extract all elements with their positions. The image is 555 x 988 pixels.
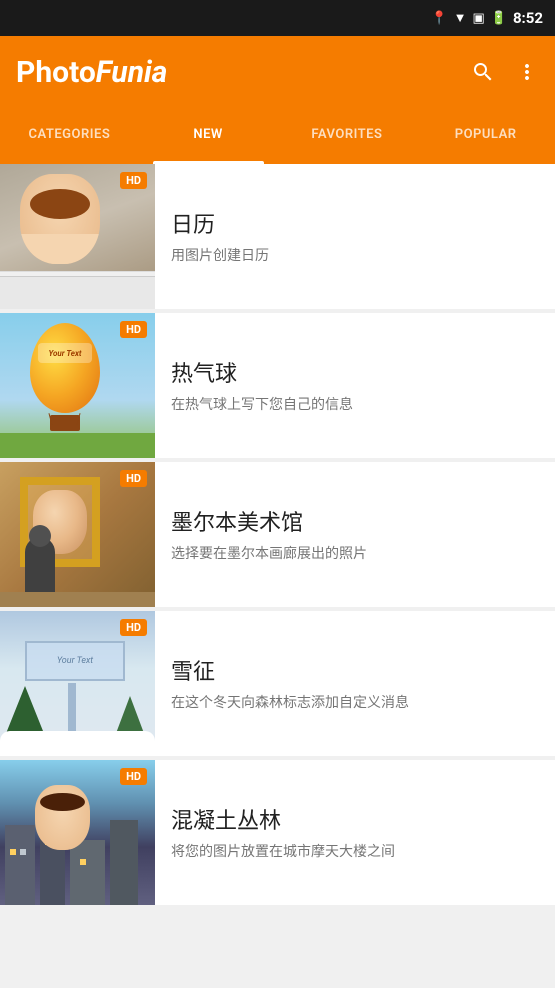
app-bar: Photo Funia <box>0 36 555 108</box>
thumbnail-calendar: HD <box>0 164 155 309</box>
logo-funia-text: Funia <box>96 55 168 90</box>
more-options-button[interactable] <box>515 60 539 84</box>
search-button[interactable] <box>471 60 495 84</box>
tab-categories[interactable]: CATEGORIES <box>0 108 139 164</box>
battery-icon: 🔋 <box>491 11 507 26</box>
tab-favorites[interactable]: FAVORITES <box>278 108 417 164</box>
logo-photo-text: Photo <box>16 55 96 90</box>
item-info-snow: 雪征 在这个冬天向森林标志添加自定义消息 <box>155 611 555 756</box>
content-list: HD 日历 用图片创建日历 HD <box>0 164 555 988</box>
thumbnail-balloon: HD Your Text <box>0 313 155 458</box>
calendar-face <box>20 174 100 264</box>
list-item[interactable]: HD 日历 用图片创建日历 <box>0 164 555 309</box>
thumbnail-museum: HD <box>0 462 155 607</box>
hd-badge: HD <box>120 768 147 785</box>
tab-bar: CATEGORIES NEW FAVORITES POPULAR <box>0 108 555 164</box>
item-info-city: 混凝土丛林 将您的图片放置在城市摩天大楼之间 <box>155 760 555 905</box>
museum-visitor <box>25 537 55 597</box>
item-info-calendar: 日历 用图片创建日历 <box>155 164 555 309</box>
status-icons: 📍 ▼ ▣ 🔋 8:52 <box>431 9 543 27</box>
balloon-body: Your Text <box>30 323 100 413</box>
wifi-icon: ▼ <box>454 10 467 26</box>
search-icon <box>471 60 495 84</box>
list-item[interactable]: HD Your Text 雪征 在这个冬天向森林标志添加自定义消息 <box>0 611 555 756</box>
thumbnail-snow: HD Your Text <box>0 611 155 756</box>
hd-badge: HD <box>120 619 147 636</box>
hd-badge: HD <box>120 321 147 338</box>
list-item[interactable]: HD Your Text 热气球 在热气球上写下您自己的信息 <box>0 313 555 458</box>
item-title: 墨尔本美术馆 <box>171 505 539 537</box>
hd-badge: HD <box>120 172 147 189</box>
item-title: 雪征 <box>171 654 539 686</box>
item-title: 热气球 <box>171 356 539 388</box>
balloon-basket <box>50 415 80 431</box>
more-vert-icon <box>515 60 539 84</box>
item-info-balloon: 热气球 在热气球上写下您自己的信息 <box>155 313 555 458</box>
snow-sign: Your Text <box>25 641 125 681</box>
hd-badge: HD <box>120 470 147 487</box>
list-item[interactable]: HD 墨尔本美术馆 选择要在墨尔本画廊展出的照片 <box>0 462 555 607</box>
item-desc: 将您的图片放置在城市摩天大楼之间 <box>171 843 539 863</box>
app-bar-actions <box>471 60 539 84</box>
status-bar: 📍 ▼ ▣ 🔋 8:52 <box>0 0 555 36</box>
item-desc: 用图片创建日历 <box>171 247 539 267</box>
thumbnail-city: HD <box>0 760 155 905</box>
app-logo: Photo Funia <box>16 55 167 90</box>
location-icon: 📍 <box>431 11 447 26</box>
list-item[interactable]: HD 混凝土丛林 将您的图片放置在城市摩天大楼之间 <box>0 760 555 905</box>
item-title: 日历 <box>171 207 539 239</box>
signal-icon: ▣ <box>472 11 484 26</box>
tab-popular[interactable]: POPULAR <box>416 108 555 164</box>
item-desc: 在热气球上写下您自己的信息 <box>171 396 539 416</box>
item-desc: 选择要在墨尔本画廊展出的照片 <box>171 545 539 565</box>
item-info-museum: 墨尔本美术馆 选择要在墨尔本画廊展出的照片 <box>155 462 555 607</box>
item-desc: 在这个冬天向森林标志添加自定义消息 <box>171 694 539 714</box>
item-title: 混凝土丛林 <box>171 803 539 835</box>
tab-new[interactable]: NEW <box>139 108 278 164</box>
status-time: 8:52 <box>513 9 543 27</box>
